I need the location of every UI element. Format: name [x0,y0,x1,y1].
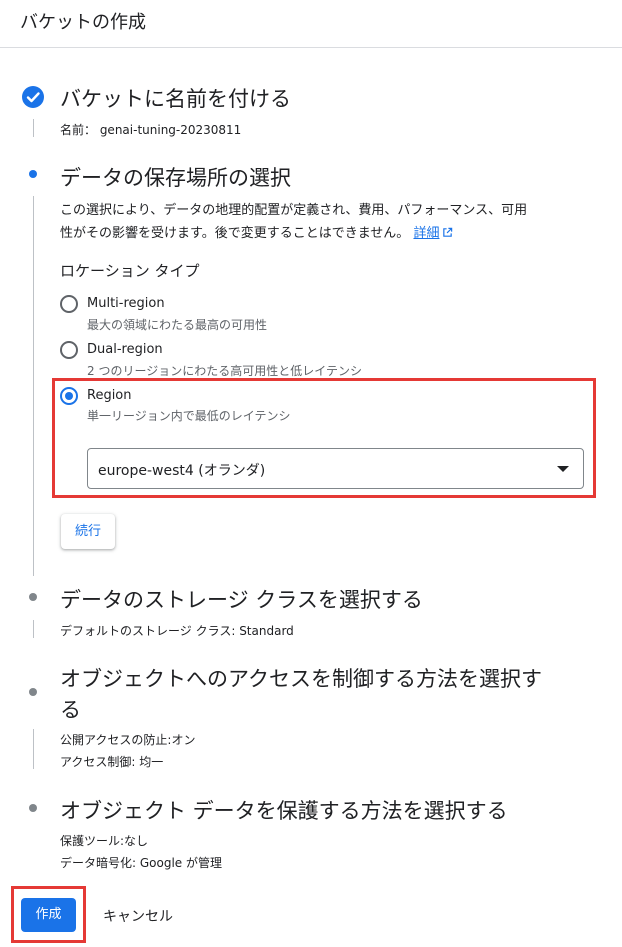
create-button[interactable]: 作成 [21,898,76,932]
step-dot [29,593,37,601]
radio-dual-region-label[interactable]: Dual-region [87,342,163,357]
radio-multi-region[interactable] [60,295,78,313]
radio-region[interactable] [60,387,78,405]
public-access-summary: 公開アクセスの防止:オン [60,733,196,747]
external-link-icon [443,227,453,237]
check-circle-icon [22,86,44,108]
description-line: この選択により、データの地理的配置が定義され、費用、パフォーマンス、可用 [60,203,528,218]
page-title: バケットの作成 [20,12,146,33]
radio-dual-region[interactable] [60,341,78,359]
storage-class-summary: デフォルトのストレージ クラス: Standard [60,624,294,638]
step-access-control-title[interactable]: オブジェクトへのアクセスを制御する方法を選択す [60,663,542,693]
location-description: この選択により、データの地理的配置が定義され、費用、パフォーマンス、可用 性がそ… [60,199,590,245]
learn-more-link[interactable]: 詳細 [413,226,439,241]
radio-multi-region-label[interactable]: Multi-region [87,296,165,311]
radio-region-label[interactable]: Region [87,388,132,403]
current-step-dot [29,170,37,178]
step-name-title[interactable]: バケットに名前を付ける [60,83,291,113]
step-dot [29,688,37,696]
page-header: バケットの作成 [0,0,622,48]
continue-button[interactable]: 続行 [61,514,115,549]
cancel-button[interactable]: キャンセル [103,906,173,926]
encryption-summary: データ暗号化: Google が管理 [60,856,222,870]
step-connector [33,729,34,769]
bucket-name-summary: 名前： genai-tuning-20230811 [60,123,242,137]
radio-multi-region-description: 最大の領域にわたる最高の可用性 [87,318,268,332]
step-connector [33,620,34,638]
region-select-value: europe-west4 (オランダ) [98,463,266,479]
step-connector [33,196,34,576]
step-access-control-title-cont[interactable]: る [60,694,81,724]
description-line: 性がその影響を受けます。後で変更することはできません。 [60,226,410,241]
step-protection-title[interactable]: オブジェクト データを保護する方法を選択する [60,795,508,825]
location-type-label: ロケーション タイプ [60,262,200,280]
radio-region-description: 単一リージョン内で最低のレイテンシ [87,409,291,423]
step-location-title[interactable]: データの保存場所の選択 [60,162,291,192]
region-select[interactable]: europe-west4 (オランダ) [87,448,584,489]
step-connector [33,119,34,137]
step-storage-class-title[interactable]: データのストレージ クラスを選択する [60,584,423,614]
radio-dual-region-description: 2 つのリージョンにわたる高可用性と低レイテンシ [87,364,362,378]
dropdown-arrow-icon [557,466,569,472]
step-dot [29,804,37,812]
access-control-summary: アクセス制御: 均一 [60,755,164,769]
protection-tools-summary: 保護ツール:なし [60,834,149,848]
